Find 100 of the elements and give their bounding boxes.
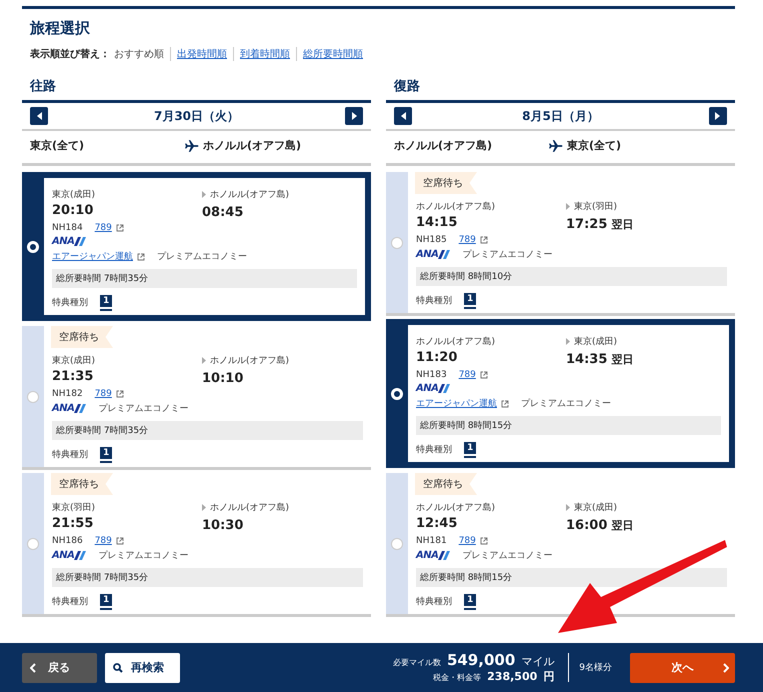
- cabin-class: プレミアムエコノミー: [98, 549, 188, 562]
- aircraft-link[interactable]: 789: [94, 389, 112, 399]
- departure-city: 東京(羽田): [52, 502, 96, 514]
- award-type-number: 1: [464, 594, 476, 608]
- aircraft-link[interactable]: 789: [94, 223, 112, 233]
- chevron-right-icon: [723, 662, 729, 672]
- departure-time: 21:55: [52, 516, 94, 533]
- flight-card[interactable]: ホノルル(オアフ島) 東京(成田) 11:20 14:35 翌日 NH183 789 ANA エアージャパン運航 プレミアムエコノミー 総所要時間 8時間15分 特典種別 1: [386, 319, 735, 468]
- departure-time: 14:15: [416, 215, 458, 232]
- flight-card[interactable]: 空席待ち 東京(成田) ホノルル(オアフ島) 21:35 10:10 NH182 789 ANA プレミアムエコノミー 総所要時間 7時間35分 特典種別 1: [22, 326, 371, 470]
- arrival-city: 東京(羽田): [574, 200, 618, 213]
- arrival-time: 16:00: [566, 518, 608, 533]
- external-link-icon: [137, 252, 145, 260]
- airline-logo: ANA: [52, 403, 86, 414]
- tax-amount: 238,500: [487, 670, 538, 683]
- departure-time: 21:35: [52, 369, 94, 386]
- next-day-label: 翌日: [611, 217, 634, 232]
- passenger-count: 9名様分: [568, 653, 622, 682]
- destination-city: 東京(全て): [567, 138, 622, 153]
- departure-city: 東京(成田): [52, 188, 96, 201]
- aircraft-link[interactable]: 789: [458, 235, 476, 245]
- right-triangle-icon: [715, 112, 720, 120]
- aircraft-link[interactable]: 789: [458, 370, 476, 380]
- departure-time: 20:10: [52, 203, 94, 220]
- arrival-time: 10:30: [202, 518, 244, 533]
- next-day-label: 翌日: [611, 352, 634, 367]
- flight-card[interactable]: 空席待ち ホノルル(オアフ島) 東京(羽田) 14:15 17:25 翌日 NH185 789 ANA プレミアムエコノミー 総所要時間 8時間10分 特典種別 1: [386, 172, 735, 316]
- tax-label: 税金・料金等: [433, 672, 482, 683]
- sort-option[interactable]: 到着時間順: [233, 47, 296, 61]
- search-again-button[interactable]: 再検索: [105, 652, 180, 682]
- cabin-class: プレミアムエコノミー: [462, 248, 552, 261]
- sort-option[interactable]: 総所要時間順: [296, 47, 369, 61]
- triangle-icon: [202, 504, 206, 511]
- award-type-number: 1: [100, 447, 112, 461]
- leg-heading: 復路: [394, 78, 421, 96]
- back-button[interactable]: 戻る: [22, 652, 97, 682]
- previous-day-button[interactable]: [394, 107, 412, 125]
- total-duration: 総所要時間 8時間10分: [416, 267, 727, 286]
- origin-city: 東京(全て): [30, 138, 86, 153]
- award-type-number: 1: [100, 594, 112, 608]
- right-triangle-icon: [352, 112, 356, 120]
- award-type-label: 特典種別: [52, 296, 88, 308]
- next-day-button[interactable]: [708, 107, 727, 125]
- arrival-city: ホノルル(オアフ島): [210, 502, 290, 514]
- award-type-label: 特典種別: [52, 448, 88, 460]
- award-type-number: 1: [464, 293, 476, 307]
- airline-logo: ANA: [52, 236, 86, 247]
- total-duration: 総所要時間 7時間35分: [52, 568, 363, 587]
- operator-link[interactable]: エアージャパン運航: [416, 397, 497, 410]
- radio-button[interactable]: [391, 538, 403, 550]
- triangle-icon: [202, 191, 206, 198]
- triangle-icon: [566, 504, 570, 511]
- arrival-time: 10:10: [202, 371, 244, 386]
- award-type-number: 1: [100, 295, 112, 309]
- tax-unit: 円: [543, 669, 554, 684]
- flight-number: NH181: [416, 536, 447, 546]
- miles-unit: マイル: [521, 654, 554, 669]
- waitlist-tag: 空席待ち: [415, 172, 477, 194]
- cabin-class: プレミアムエコノミー: [521, 397, 611, 410]
- airline-logo: ANA: [52, 550, 86, 561]
- flight-date: 8月5日（月）: [522, 108, 599, 124]
- departure-city: ホノルル(オアフ島): [416, 336, 496, 348]
- arrival-city: ホノルル(オアフ島): [210, 354, 290, 367]
- departure-time: 11:20: [416, 350, 458, 367]
- sort-option[interactable]: おすすめ順: [114, 47, 170, 61]
- origin-city: ホノルル(オアフ島): [394, 138, 494, 153]
- next-button[interactable]: 次へ: [630, 652, 735, 682]
- award-type-label: 特典種別: [416, 294, 452, 306]
- cabin-class: プレミアムエコノミー: [157, 250, 247, 263]
- aircraft-link[interactable]: 789: [94, 536, 112, 546]
- triangle-icon: [202, 357, 206, 364]
- arrival-city: ホノルル(オアフ島): [210, 188, 290, 201]
- radio-button[interactable]: [27, 390, 39, 402]
- radio-button[interactable]: [27, 538, 39, 550]
- external-link-icon: [480, 236, 488, 244]
- leg-heading: 往路: [30, 78, 57, 96]
- arrival-time: 17:25: [566, 217, 608, 232]
- triangle-icon: [566, 203, 570, 210]
- destination-city: ホノルル(オアフ島): [203, 138, 302, 153]
- left-triangle-icon: [36, 112, 42, 120]
- external-link-icon: [116, 537, 124, 545]
- arrival-time: 14:35: [566, 352, 608, 367]
- flight-number: NH184: [52, 223, 83, 233]
- airline-logo: ANA: [416, 249, 450, 260]
- sort-label: 表示順並び替え：: [30, 48, 110, 61]
- flight-card[interactable]: 東京(成田) ホノルル(オアフ島) 20:10 08:45 NH184 789 ANA エアージャパン運航 プレミアムエコノミー 総所要時間 7時間35分 特典種別 1: [22, 172, 371, 321]
- next-day-button[interactable]: [345, 107, 363, 125]
- total-duration: 総所要時間 7時間35分: [52, 269, 357, 288]
- flight-card[interactable]: 空席待ち ホノルル(オアフ島) 東京(成田) 12:45 16:00 翌日 NH181 789 ANA プレミアムエコノミー 総所要時間 8時間15分 特典種別 1: [386, 473, 735, 617]
- previous-day-button[interactable]: [30, 107, 48, 125]
- miles-label: 必要マイル数: [392, 657, 441, 668]
- sort-option[interactable]: 出発時間順: [170, 47, 233, 61]
- operator-link[interactable]: エアージャパン運航: [52, 250, 133, 263]
- external-link-icon: [116, 224, 124, 232]
- aircraft-link[interactable]: 789: [458, 536, 476, 546]
- chevron-left-icon: [30, 662, 36, 672]
- radio-button[interactable]: [391, 236, 403, 248]
- arrival-city: 東京(成田): [574, 502, 618, 514]
- flight-card[interactable]: 空席待ち 東京(羽田) ホノルル(オアフ島) 21:55 10:30 NH186 789 ANA プレミアムエコノミー 総所要時間 7時間35分 特典種別 1: [22, 473, 371, 617]
- next-day-label: 翌日: [611, 518, 634, 533]
